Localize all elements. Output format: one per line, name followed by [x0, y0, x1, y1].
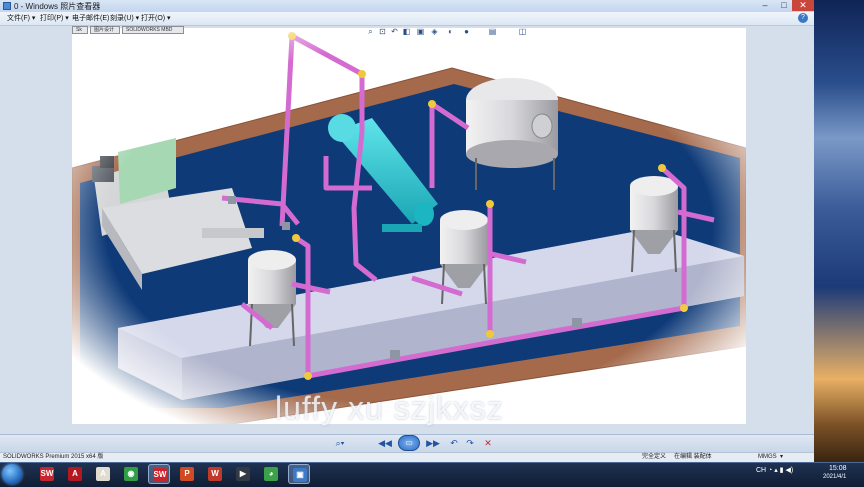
wechat-icon: ◕	[264, 467, 278, 481]
status-editing: 在编辑 装配体	[674, 454, 712, 460]
window-title: 0 - Windows 照片查看器	[14, 2, 101, 11]
delete-button[interactable]: ✕	[482, 437, 494, 449]
status-app-version: SOLIDWORKS Premium 2015 x64 版	[3, 454, 104, 460]
taskbar-app-chrome[interactable]: ◉	[120, 464, 142, 484]
slideshow-button[interactable]: ▭	[398, 435, 420, 451]
chrome-icon: ◉	[124, 467, 138, 481]
section-view-icon: ◧	[402, 27, 411, 36]
powerpoint-icon: P	[180, 467, 194, 481]
edit-appearance-icon: ●	[464, 27, 469, 36]
video-icon: ▶	[236, 467, 250, 481]
status-units: MMGS	[758, 454, 777, 460]
embedded-tab-mbd: SOLIDWORKS MBD	[122, 26, 184, 34]
rotate-ccw-button[interactable]: ↶	[448, 437, 460, 449]
desktop-wallpaper	[814, 0, 864, 462]
close-button[interactable]: ✕	[792, 0, 814, 11]
status-units-caret: ▾	[780, 454, 784, 460]
taskbar-app-photo-viewer[interactable]: ▣	[288, 464, 310, 484]
zoom-area-icon: ⊡	[379, 27, 386, 36]
taskbar-app-solidworks-2[interactable]: SW	[148, 464, 170, 484]
menu-burn[interactable]: 刻录(U) ▾	[110, 13, 139, 24]
status-definition: 完全定义	[642, 454, 667, 460]
menu-open[interactable]: 打开(O) ▾	[141, 13, 171, 24]
menu-email[interactable]: 电子邮件(E)	[72, 13, 109, 24]
scene-icon: ▤	[488, 27, 497, 36]
next-button[interactable]: ▶▶	[424, 437, 442, 449]
display-manager-icon: ◫	[518, 27, 527, 36]
app-wx-icon: W	[208, 467, 222, 481]
start-button[interactable]	[2, 464, 22, 484]
photo-viewer-app-icon	[3, 2, 11, 10]
plant-model-render	[72, 28, 746, 424]
display-style-icon: ◈	[431, 27, 438, 36]
displayed-image	[72, 28, 746, 424]
clock-time[interactable]: 15:08	[829, 465, 847, 472]
zoom-button[interactable]: ⌕▾	[332, 437, 348, 449]
menu-print[interactable]: 打印(P) ▾	[40, 13, 69, 24]
taskbar-app-acrobat[interactable]: A	[64, 464, 86, 484]
system-tray[interactable]: CH ◔ ▴ ▮ ◀)	[756, 466, 793, 474]
taskbar-app-wechat[interactable]: ◕	[260, 464, 282, 484]
embedded-tab-render: 图片设计	[90, 26, 120, 34]
acrobat-icon: A	[68, 467, 82, 481]
taskbar-app-powerpoint[interactable]: P	[176, 464, 198, 484]
view-orientation-icon: ▣	[416, 27, 425, 36]
taskbar-app-video[interactable]: ▶	[232, 464, 254, 484]
hide-show-icon: ◐	[448, 27, 453, 36]
taskbar-app-app-wx[interactable]: W	[204, 464, 226, 484]
taskbar-app-solidworks[interactable]: SW	[36, 464, 58, 484]
rotate-cw-button[interactable]: ↷	[464, 437, 476, 449]
minimize-button[interactable]: –	[756, 0, 774, 11]
previous-view-icon: ↶	[391, 27, 398, 36]
pdf-tool-icon: A	[96, 467, 110, 481]
embedded-tab-sketch: Sk	[72, 26, 88, 34]
solidworks-2-icon: SW	[153, 468, 167, 482]
menu-file[interactable]: 文件(F) ▾	[7, 13, 35, 24]
maximize-button[interactable]: □	[775, 0, 793, 11]
zoom-icon: ⌕	[368, 27, 373, 36]
watermark-text: luffy xu szjkxsz	[275, 390, 504, 426]
taskbar-app-pdf-tool[interactable]: A	[92, 464, 114, 484]
solidworks-icon: SW	[40, 467, 54, 481]
help-icon[interactable]: ?	[798, 13, 808, 23]
photo-viewer-icon: ▣	[293, 468, 307, 482]
previous-button[interactable]: ◀◀	[376, 437, 394, 449]
clock-date[interactable]: 2021/4/1	[823, 474, 846, 480]
